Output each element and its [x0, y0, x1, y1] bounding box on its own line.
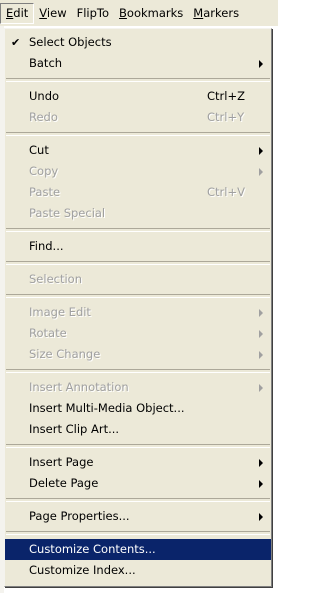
menu-item-label: Select Objects — [29, 35, 112, 49]
menu-item-delete-page[interactable]: Delete Page — [5, 473, 271, 494]
menu-item-label: Selection — [29, 272, 82, 286]
menu-item-label: Find... — [29, 239, 64, 253]
menu-item-label: Batch — [29, 56, 63, 70]
menu-separator — [6, 444, 270, 448]
menu-item-label: Size Change — [29, 347, 101, 361]
menu-item-label: Paste — [29, 185, 61, 199]
checkmark-icon: ✔ — [11, 36, 21, 49]
menu-view[interactable]: View — [34, 2, 71, 24]
menu-separator — [6, 498, 270, 502]
edit-dropdown-menu: ✔ Select Objects Batch Undo Ctrl+Z Redo … — [4, 28, 272, 587]
menu-item-label: Paste Special — [29, 206, 106, 220]
menu-item-image-edit[interactable]: Image Edit — [5, 302, 271, 323]
menu-item-label: Rotate — [29, 326, 67, 340]
menu-item-find[interactable]: Find... — [5, 236, 271, 257]
menu-item-label: Image Edit — [29, 305, 91, 319]
menu-item-label: Redo — [29, 110, 58, 124]
menu-markers[interactable]: Markers — [188, 2, 244, 24]
menu-item-insert-clip-art[interactable]: Insert Clip Art... — [5, 419, 271, 440]
menu-edit[interactable]: Edit — [0, 2, 35, 24]
submenu-arrow-icon — [259, 309, 263, 317]
menu-separator — [6, 228, 270, 232]
menu-item-cut[interactable]: Cut — [5, 140, 271, 161]
menu-item-selection[interactable]: Selection — [5, 269, 271, 290]
submenu-arrow-icon — [259, 459, 263, 467]
menu-item-insert-multimedia[interactable]: Insert Multi-Media Object... — [5, 398, 271, 419]
menu-item-label: Insert Multi-Media Object... — [29, 401, 185, 415]
menu-item-label: Copy — [29, 164, 59, 178]
menu-item-paste-special[interactable]: Paste Special — [5, 203, 271, 224]
menu-separator — [6, 369, 270, 373]
menu-separator — [6, 261, 270, 265]
menu-item-insert-annotation[interactable]: Insert Annotation — [5, 377, 271, 398]
shortcut-label: Ctrl+Y — [207, 110, 245, 124]
menu-item-label: Insert Clip Art... — [29, 422, 120, 436]
menu-item-label: Delete Page — [29, 476, 99, 490]
menu-separator — [6, 132, 270, 136]
menu-item-label: Insert Annotation — [29, 380, 129, 394]
submenu-arrow-icon — [259, 168, 263, 176]
menu-item-label: Customize Index... — [29, 563, 136, 577]
menu-item-customize-contents[interactable]: Customize Contents... — [5, 539, 271, 560]
submenu-arrow-icon — [259, 384, 263, 392]
menu-item-label: Cut — [29, 143, 49, 157]
menu-item-label: Page Properties... — [29, 509, 130, 523]
shortcut-label: Ctrl+V — [207, 185, 245, 199]
submenu-arrow-icon — [259, 330, 263, 338]
menu-item-insert-page[interactable]: Insert Page — [5, 452, 271, 473]
menu-item-label: Insert Page — [29, 455, 94, 469]
menu-item-copy[interactable]: Copy — [5, 161, 271, 182]
menu-item-select-objects[interactable]: ✔ Select Objects — [5, 32, 271, 53]
menu-item-paste[interactable]: Paste Ctrl+V — [5, 182, 271, 203]
submenu-arrow-icon — [259, 147, 263, 155]
menu-item-customize-index[interactable]: Customize Index... — [5, 560, 271, 581]
submenu-arrow-icon — [259, 60, 263, 68]
submenu-arrow-icon — [259, 480, 263, 488]
menu-item-rotate[interactable]: Rotate — [5, 323, 271, 344]
menu-item-size-change[interactable]: Size Change — [5, 344, 271, 365]
menu-separator — [6, 78, 270, 82]
submenu-arrow-icon — [259, 513, 263, 521]
menu-item-undo[interactable]: Undo Ctrl+Z — [5, 86, 271, 107]
menu-separator — [6, 294, 270, 298]
menu-item-redo[interactable]: Redo Ctrl+Y — [5, 107, 271, 128]
shortcut-label: Ctrl+Z — [207, 89, 245, 103]
menu-item-batch[interactable]: Batch — [5, 53, 271, 74]
menu-item-label: Customize Contents... — [29, 542, 156, 556]
menu-item-label: Undo — [29, 89, 60, 103]
submenu-arrow-icon — [259, 351, 263, 359]
menu-item-page-properties[interactable]: Page Properties... — [5, 506, 271, 527]
menu-separator — [6, 531, 270, 535]
menu-flipto[interactable]: FlipTo — [72, 2, 114, 24]
menu-bar: Edit View FlipTo Bookmarks Markers — [0, 0, 278, 26]
menu-bookmarks[interactable]: Bookmarks — [114, 2, 188, 24]
